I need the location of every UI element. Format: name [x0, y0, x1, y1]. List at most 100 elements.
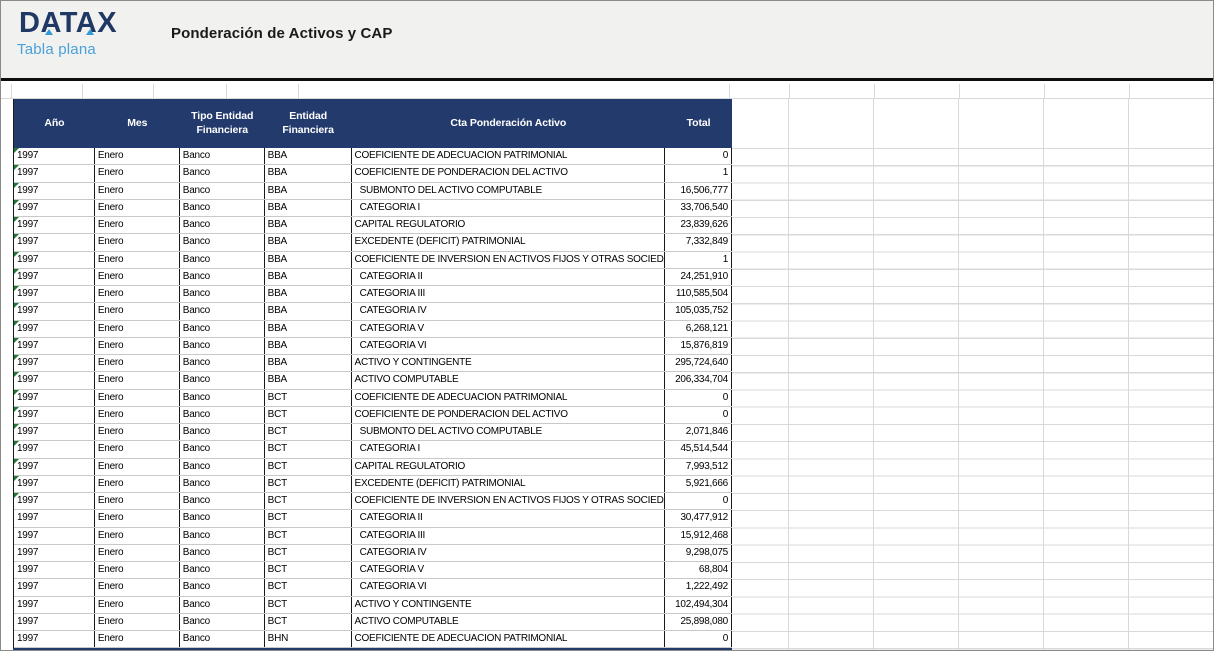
cell-tipo-entidad[interactable]: Banco	[180, 269, 265, 285]
cell-ano[interactable]: 1997	[14, 493, 95, 509]
cell-ano[interactable]: 1997	[14, 459, 95, 475]
cell-ano[interactable]: 1997	[14, 148, 95, 164]
cell-ano[interactable]: 1997	[14, 631, 95, 647]
cell-cta[interactable]: CATEGORIA IV	[352, 303, 666, 319]
cell-total[interactable]: 0	[665, 493, 732, 509]
cell-tipo-entidad[interactable]: Banco	[180, 165, 265, 181]
cell-entidad[interactable]: BCT	[265, 407, 352, 423]
cell-ano[interactable]: 1997	[14, 252, 95, 268]
cell-tipo-entidad[interactable]: Banco	[180, 597, 265, 613]
cell-ano[interactable]: 1997	[14, 286, 95, 302]
cell-total[interactable]: 24,251,910	[665, 269, 732, 285]
cell-tipo-entidad[interactable]: Banco	[180, 424, 265, 440]
cell-tipo-entidad[interactable]: Banco	[180, 579, 265, 595]
cell-total[interactable]: 7,993,512	[665, 459, 732, 475]
cell-mes[interactable]: Enero	[95, 200, 180, 216]
cell-tipo-entidad[interactable]: Banco	[180, 407, 265, 423]
cell-mes[interactable]: Enero	[95, 493, 180, 509]
cell-ano[interactable]: 1997	[14, 597, 95, 613]
cell-tipo-entidad[interactable]: Banco	[180, 372, 265, 388]
cell-cta[interactable]: EXCEDENTE (DEFICIT) PATRIMONIAL	[352, 476, 666, 492]
cell-cta[interactable]: COEFICIENTE DE PONDERACION DEL ACTIVO	[352, 165, 666, 181]
cell-entidad[interactable]: BCT	[265, 441, 352, 457]
cell-ano[interactable]: 1997	[14, 183, 95, 199]
cell-mes[interactable]: Enero	[95, 424, 180, 440]
cell-cta[interactable]: CATEGORIA IV	[352, 545, 666, 561]
cell-total[interactable]: 2,071,846	[665, 424, 732, 440]
cell-mes[interactable]: Enero	[95, 441, 180, 457]
cell-entidad[interactable]: BCT	[265, 493, 352, 509]
cell-mes[interactable]: Enero	[95, 510, 180, 526]
cell-mes[interactable]: Enero	[95, 528, 180, 544]
cell-ano[interactable]: 1997	[14, 390, 95, 406]
cell-mes[interactable]: Enero	[95, 338, 180, 354]
cell-tipo-entidad[interactable]: Banco	[180, 200, 265, 216]
cell-total[interactable]: 15,876,819	[665, 338, 732, 354]
cell-entidad[interactable]: BBA	[265, 303, 352, 319]
cell-tipo-entidad[interactable]: Banco	[180, 183, 265, 199]
cell-cta[interactable]: SUBMONTO DEL ACTIVO COMPUTABLE	[352, 183, 666, 199]
cell-cta[interactable]: CATEGORIA V	[352, 321, 666, 337]
cell-tipo-entidad[interactable]: Banco	[180, 338, 265, 354]
cell-cta[interactable]: CATEGORIA VI	[352, 338, 666, 354]
cell-entidad[interactable]: BCT	[265, 545, 352, 561]
cell-entidad[interactable]: BBA	[265, 200, 352, 216]
cell-entidad[interactable]: BBA	[265, 338, 352, 354]
cell-ano[interactable]: 1997	[14, 217, 95, 233]
cell-cta[interactable]: COEFICIENTE DE ADECUACION PATRIMONIAL	[352, 148, 666, 164]
cell-entidad[interactable]: BCT	[265, 614, 352, 630]
cell-total[interactable]: 110,585,504	[665, 286, 732, 302]
column-header-tipo-entidad[interactable]: Tipo Entidad Financiera	[180, 99, 265, 148]
cell-cta[interactable]: CATEGORIA II	[352, 269, 666, 285]
cell-mes[interactable]: Enero	[95, 234, 180, 250]
cell-mes[interactable]: Enero	[95, 165, 180, 181]
cell-tipo-entidad[interactable]: Banco	[180, 562, 265, 578]
cell-tipo-entidad[interactable]: Banco	[180, 614, 265, 630]
cell-tipo-entidad[interactable]: Banco	[180, 148, 265, 164]
cell-total[interactable]: 0	[665, 390, 732, 406]
cell-entidad[interactable]: BBA	[265, 252, 352, 268]
cell-cta[interactable]: CAPITAL REGULATORIO	[352, 459, 666, 475]
cell-tipo-entidad[interactable]: Banco	[180, 459, 265, 475]
cell-tipo-entidad[interactable]: Banco	[180, 321, 265, 337]
cell-ano[interactable]: 1997	[14, 165, 95, 181]
cell-entidad[interactable]: BCT	[265, 579, 352, 595]
cell-tipo-entidad[interactable]: Banco	[180, 303, 265, 319]
cell-total[interactable]: 16,506,777	[665, 183, 732, 199]
column-header-mes[interactable]: Mes	[95, 99, 180, 148]
cell-mes[interactable]: Enero	[95, 407, 180, 423]
cell-mes[interactable]: Enero	[95, 476, 180, 492]
cell-mes[interactable]: Enero	[95, 183, 180, 199]
cell-entidad[interactable]: BBA	[265, 355, 352, 371]
cell-ano[interactable]: 1997	[14, 407, 95, 423]
cell-total[interactable]: 5,921,666	[665, 476, 732, 492]
cell-entidad[interactable]: BBA	[265, 148, 352, 164]
cell-ano[interactable]: 1997	[14, 372, 95, 388]
cell-mes[interactable]: Enero	[95, 459, 180, 475]
cell-cta[interactable]: EXCEDENTE (DEFICIT) PATRIMONIAL	[352, 234, 666, 250]
cell-ano[interactable]: 1997	[14, 441, 95, 457]
cell-total[interactable]: 105,035,752	[665, 303, 732, 319]
cell-entidad[interactable]: BBA	[265, 286, 352, 302]
cell-tipo-entidad[interactable]: Banco	[180, 510, 265, 526]
column-header-entidad[interactable]: Entidad Financiera	[265, 99, 352, 148]
cell-total[interactable]: 33,706,540	[665, 200, 732, 216]
cell-total[interactable]: 9,298,075	[665, 545, 732, 561]
cell-entidad[interactable]: BBA	[265, 372, 352, 388]
cell-ano[interactable]: 1997	[14, 234, 95, 250]
cell-mes[interactable]: Enero	[95, 390, 180, 406]
cell-entidad[interactable]: BHN	[265, 631, 352, 647]
cell-ano[interactable]: 1997	[14, 476, 95, 492]
cell-total[interactable]: 30,477,912	[665, 510, 732, 526]
cell-mes[interactable]: Enero	[95, 252, 180, 268]
cell-total[interactable]: 0	[665, 148, 732, 164]
cell-cta[interactable]: COEFICIENTE DE PONDERACION DEL ACTIVO	[352, 407, 666, 423]
cell-tipo-entidad[interactable]: Banco	[180, 217, 265, 233]
cell-ano[interactable]: 1997	[14, 424, 95, 440]
cell-cta[interactable]: ACTIVO Y CONTINGENTE	[352, 597, 666, 613]
cell-ano[interactable]: 1997	[14, 614, 95, 630]
cell-cta[interactable]: CATEGORIA VI	[352, 579, 666, 595]
cell-mes[interactable]: Enero	[95, 579, 180, 595]
cell-cta[interactable]: ACTIVO COMPUTABLE	[352, 614, 666, 630]
cell-total[interactable]: 45,514,544	[665, 441, 732, 457]
